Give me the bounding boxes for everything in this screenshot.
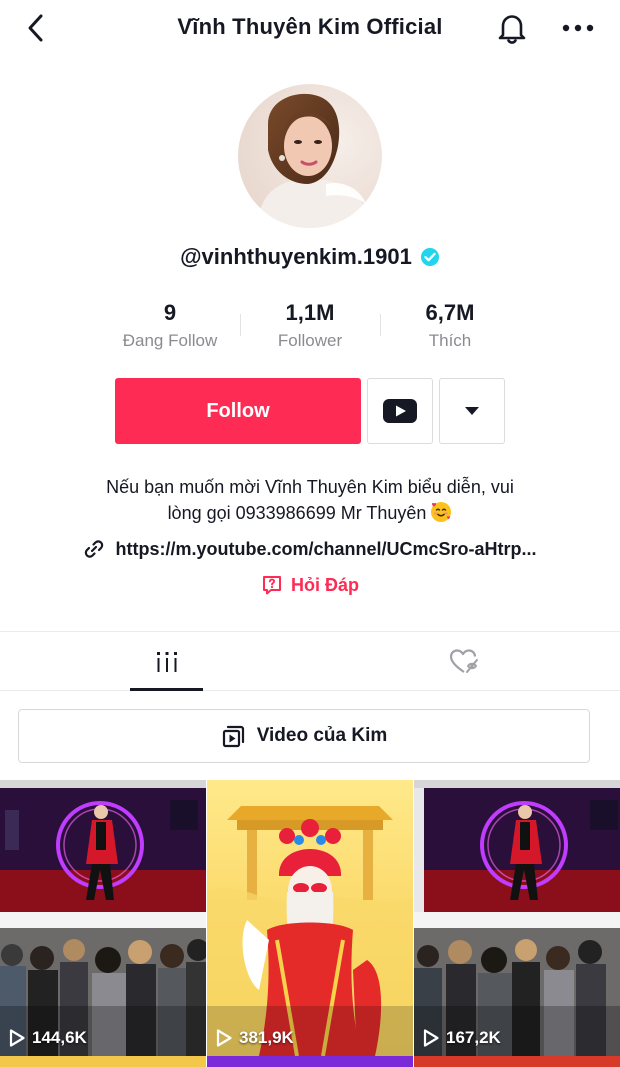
video-thumbnail-image — [414, 780, 620, 1056]
stat-label: Đang Follow — [122, 331, 218, 350]
play-outline-icon — [9, 1029, 25, 1047]
view-count: 167,2K — [422, 1028, 501, 1048]
playlist-button[interactable]: Video của Kim — [18, 709, 590, 763]
bio-line: Nếu bạn muốn mời Vĩnh Thuyên Kim biểu di… — [106, 477, 514, 497]
youtube-button[interactable] — [367, 378, 433, 444]
stat-likes: 6,7M Thích — [380, 298, 520, 358]
caret-down-icon — [465, 407, 479, 415]
view-count: 381,9K — [215, 1028, 294, 1048]
stat-label: Thích — [428, 331, 472, 350]
video-thumbnail-peek — [207, 1056, 413, 1067]
video-thumbnail[interactable]: 167,2K — [414, 780, 620, 1056]
smiling-face-with-hearts-emoji — [431, 502, 452, 522]
follow-button[interactable]: Follow — [115, 378, 361, 444]
youtube-icon — [383, 399, 417, 423]
liked-hidden-heart-icon — [449, 648, 478, 673]
profile-stats: 9 Đang Follow 1,1M Follower 6,7M Thích — [100, 298, 520, 358]
suggested-accounts-dropdown[interactable] — [439, 378, 505, 444]
more-button[interactable] — [558, 10, 598, 46]
profile-link[interactable]: https://m.youtube.com/channel/UCmcSro-aH… — [0, 538, 620, 560]
video-grid: 144,6K 381,9K 167,2K — [0, 780, 620, 1067]
link-icon — [85, 540, 104, 558]
username-handle: @vinhthuyenkim.1901 — [180, 244, 412, 269]
avatar[interactable] — [238, 84, 382, 228]
view-count-text: 167,2K — [446, 1028, 501, 1047]
videos-grid-icon — [157, 651, 177, 672]
video-thumbnail[interactable]: 144,6K — [0, 780, 206, 1056]
view-count-text: 381,9K — [239, 1028, 294, 1047]
profile-tabs — [0, 631, 620, 691]
video-thumbnail-peek — [0, 1056, 206, 1067]
stat-value: 6,7M — [425, 300, 475, 325]
view-count-text: 144,6K — [32, 1028, 87, 1047]
avatar-image — [238, 84, 382, 228]
video-thumbnail[interactable]: 381,9K — [207, 780, 413, 1056]
profile-bio: Nếu bạn muốn mời Vĩnh Thuyên Kim biểu di… — [40, 474, 580, 526]
stat-divider — [380, 314, 381, 336]
stat-followers[interactable]: 1,1M Follower — [240, 298, 380, 358]
video-thumbnail-peek — [414, 1056, 620, 1067]
play-outline-icon — [216, 1029, 232, 1047]
qa-link[interactable]: Hỏi Đáp — [0, 574, 620, 596]
view-count: 144,6K — [8, 1028, 87, 1048]
verified-badge-icon — [420, 248, 439, 266]
stat-value: 9 — [163, 300, 177, 325]
video-thumbnail-image — [0, 780, 206, 1056]
top-bar: Vĩnh Thuyên Kim Official — [0, 0, 620, 56]
active-tab-indicator — [130, 688, 203, 691]
stat-value: 1,1M — [285, 300, 335, 325]
bio-text: lòng gọi 0933986699 Mr Thuyên — [167, 503, 427, 523]
question-box-icon — [262, 576, 281, 595]
link-text[interactable]: https://m.youtube.com/channel/UCmcSro-aH… — [115, 539, 536, 560]
tab-liked[interactable] — [310, 632, 620, 691]
video-thumbnail-image — [207, 780, 413, 1056]
bio-line-2: lòng gọi 0933986699 Mr Thuyên — [40, 500, 580, 526]
notification-button[interactable] — [494, 10, 530, 46]
stat-divider — [240, 314, 241, 336]
tab-videos[interactable] — [12, 632, 322, 691]
bell-icon — [498, 15, 526, 44]
handle-row: @vinhthuyenkim.1901 — [0, 244, 620, 270]
playlist-label: Video của Kim — [256, 725, 388, 746]
stat-following[interactable]: 9 Đang Follow — [100, 298, 240, 358]
playlist-icon — [222, 725, 244, 748]
qa-label[interactable]: Hỏi Đáp — [291, 575, 359, 596]
play-outline-icon — [423, 1029, 439, 1047]
more-horizontal-icon — [562, 24, 594, 32]
stat-label: Follower — [277, 331, 343, 350]
